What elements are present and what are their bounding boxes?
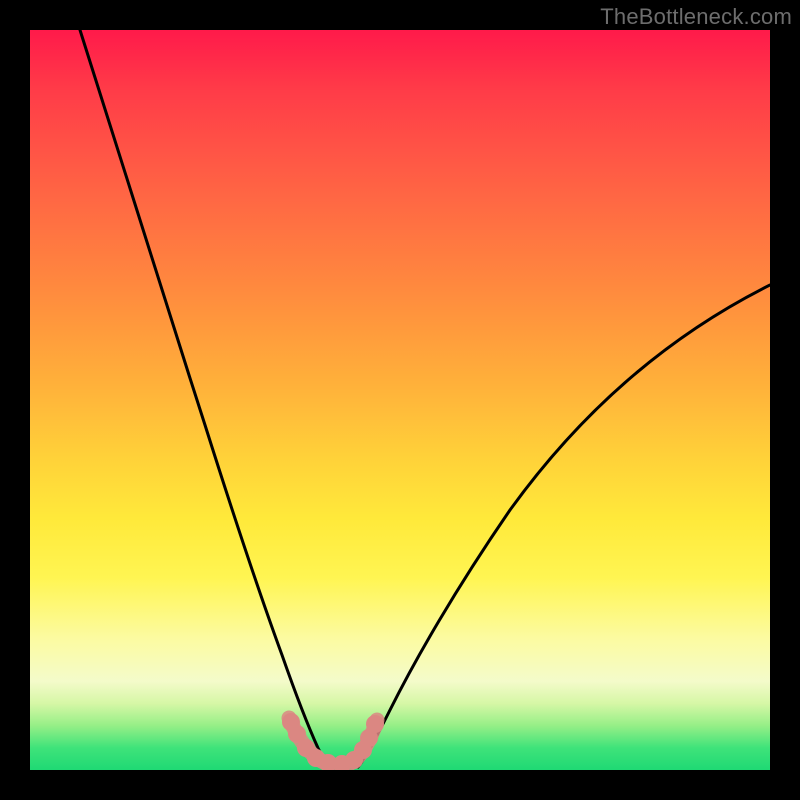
chart-frame: TheBottleneck.com xyxy=(0,0,800,800)
bottom-segment xyxy=(282,713,384,770)
plot-area xyxy=(30,30,770,770)
curve-layer xyxy=(30,30,770,770)
right-curve xyxy=(358,285,770,767)
left-curve xyxy=(80,30,330,767)
bottom-segment-stroke xyxy=(289,718,377,766)
watermark-text: TheBottleneck.com xyxy=(600,4,792,30)
